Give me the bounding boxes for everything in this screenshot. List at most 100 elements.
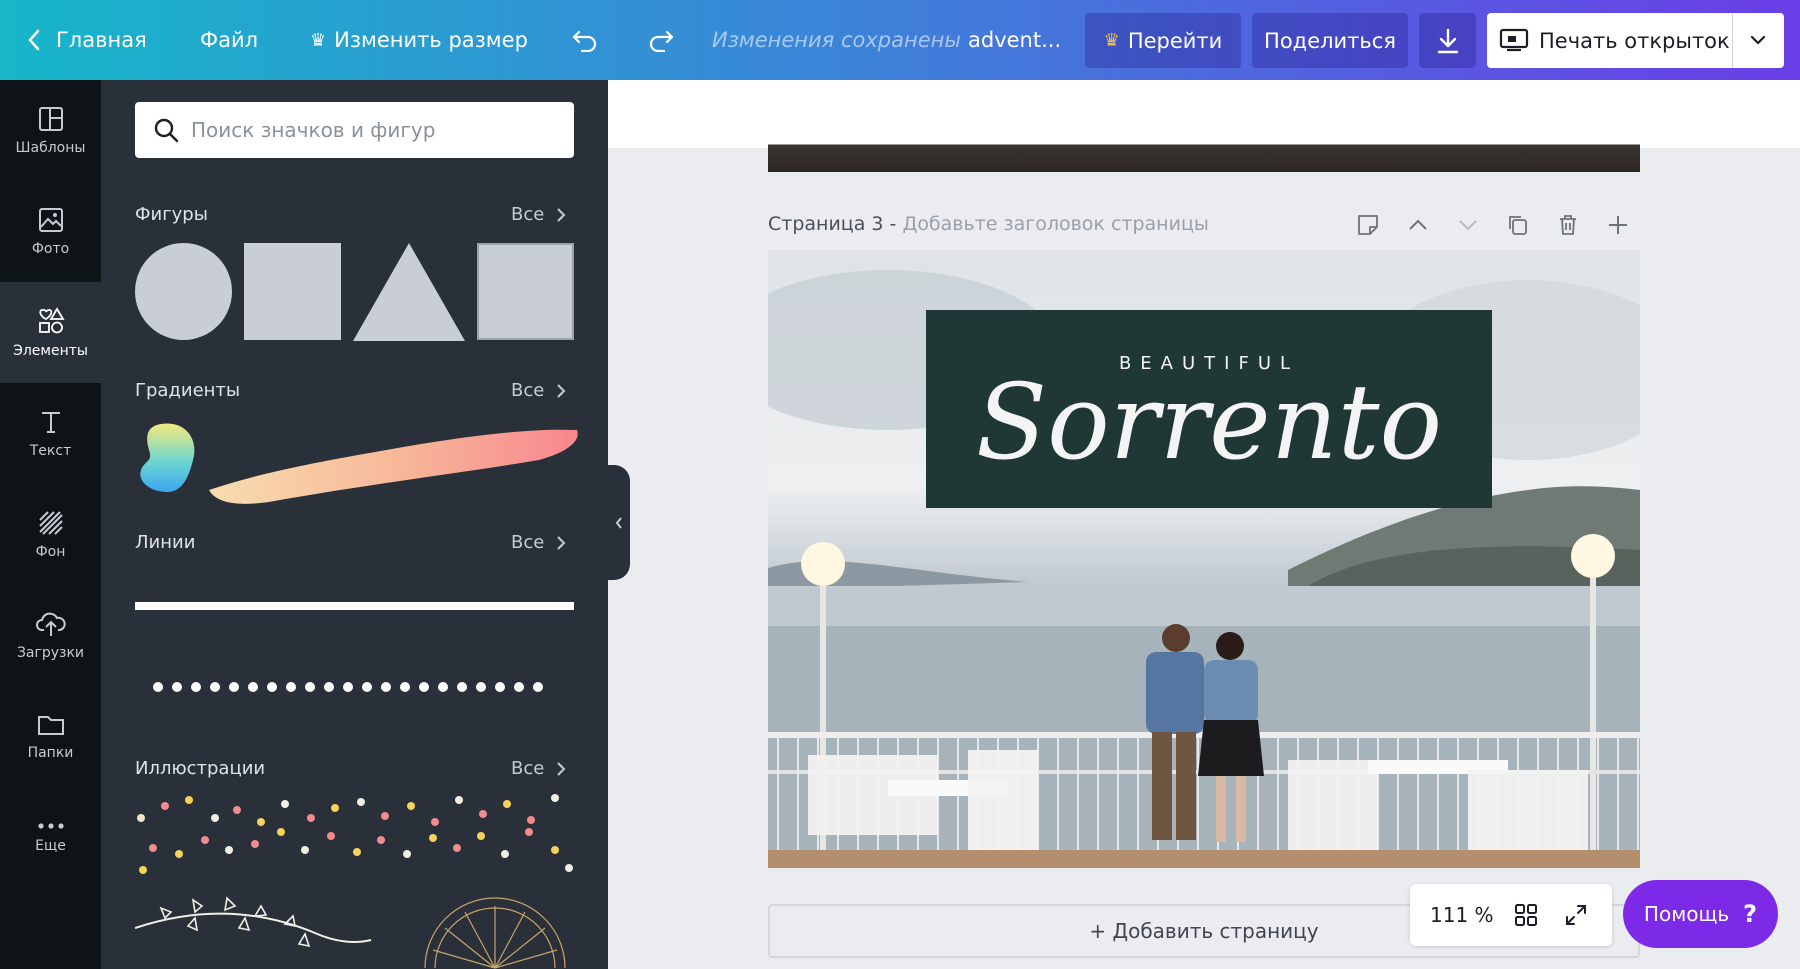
chevron-down-icon — [1459, 220, 1477, 231]
section-title-lines: Линии — [135, 532, 196, 553]
document-title[interactable]: advent... — [968, 0, 1061, 80]
square-shape[interactable] — [244, 243, 341, 340]
notes-button[interactable] — [1353, 210, 1383, 240]
chevron-left-icon — [28, 29, 40, 51]
rail-label: Фото — [31, 241, 70, 257]
circle-shape[interactable] — [135, 243, 232, 340]
outlined-square-shape[interactable] — [477, 243, 574, 340]
rail-label: Текст — [29, 443, 72, 459]
see-all-illustrations[interactable]: Все — [511, 758, 566, 779]
rail-label: Папки — [27, 745, 74, 761]
page-title-hint: Добавьте заголовок страницы — [902, 213, 1209, 235]
section-title-illustrations: Иллюстрации — [135, 758, 266, 779]
chevron-right-icon — [557, 761, 566, 776]
rail-label: Еще — [35, 838, 66, 854]
see-all-lines[interactable]: Все — [511, 532, 566, 553]
chevron-right-icon — [557, 383, 566, 398]
page-label: Страница 3 - — [768, 213, 897, 235]
dotted-line[interactable] — [151, 680, 561, 694]
rail-label: Фон — [35, 544, 66, 560]
gradient-brush-stroke[interactable] — [209, 420, 579, 510]
redo-button[interactable] — [646, 0, 676, 80]
more-dots-icon — [37, 823, 64, 829]
page-title[interactable]: Страница 3 - Добавьте заголовок страницы — [768, 213, 1209, 235]
file-menu[interactable]: Файл — [200, 0, 258, 80]
chevron-right-icon — [557, 535, 566, 550]
title-banner[interactable]: BEAUTIFUL Sorrento — [926, 310, 1492, 508]
help-button[interactable]: Помощь ? — [1623, 880, 1778, 948]
move-page-up-button[interactable] — [1403, 210, 1433, 240]
delete-page-button[interactable] — [1553, 210, 1583, 240]
undo-button[interactable] — [570, 0, 600, 80]
zoom-level[interactable]: 111 % — [1430, 903, 1494, 927]
chevron-left-icon — [615, 516, 622, 529]
pattern-icon — [38, 511, 63, 535]
floral-branch-illustration[interactable] — [135, 888, 575, 969]
upgrade-label: Перейти — [1127, 28, 1223, 53]
layout-icon — [38, 107, 63, 131]
divider — [1732, 13, 1733, 68]
collapse-panel-handle[interactable] — [608, 465, 630, 580]
download-button[interactable] — [1419, 13, 1476, 68]
download-icon — [1437, 28, 1458, 53]
question-mark-icon: ? — [1743, 900, 1758, 928]
see-all-label: Все — [511, 532, 545, 553]
gradient-blob[interactable] — [131, 420, 201, 496]
save-status: Изменения сохранены — [712, 28, 961, 52]
share-button[interactable]: Поделиться — [1252, 13, 1408, 68]
previous-page-preview[interactable] — [768, 80, 1640, 172]
rail-label: Элементы — [13, 343, 88, 359]
rail-item-folders[interactable]: Папки — [0, 686, 101, 787]
note-icon — [1358, 215, 1378, 235]
see-all-label: Все — [511, 380, 545, 401]
copy-icon — [1509, 216, 1527, 235]
chevron-down-icon[interactable] — [1749, 33, 1767, 47]
rail-label: Шаблоны — [15, 140, 86, 156]
crown-icon: ♛ — [1103, 30, 1120, 51]
search-input[interactable]: Поиск значков и фигур — [135, 102, 574, 158]
elements-panel: Поиск значков и фигур Фигуры Все Градиен… — [101, 80, 608, 969]
resize-button[interactable]: ♛ Изменить размер — [310, 0, 528, 80]
solid-line[interactable] — [135, 602, 574, 610]
redo-icon — [649, 30, 674, 52]
print-postcards-button[interactable]: Печать открыток — [1487, 13, 1784, 68]
plus-icon — [1609, 216, 1627, 234]
banner-title: Sorrento — [975, 360, 1443, 483]
rail-item-templates[interactable]: Шаблоны — [0, 80, 101, 181]
section-title-gradients: Градиенты — [135, 380, 241, 401]
home-label: Главная — [56, 28, 147, 52]
grid-view-icon[interactable] — [1514, 903, 1538, 927]
rail-item-background[interactable]: Фон — [0, 484, 101, 585]
share-label: Поделиться — [1264, 28, 1396, 53]
see-all-shapes[interactable]: Все — [511, 204, 566, 225]
rail-item-more[interactable]: Еще — [0, 787, 101, 888]
home-link[interactable]: Главная — [26, 0, 147, 80]
cloud-upload-icon — [35, 612, 66, 636]
chevron-up-icon — [1409, 219, 1427, 230]
top-bar: Главная Файл ♛ Изменить размер Изменения… — [0, 0, 1800, 80]
section-title-shapes: Фигуры — [135, 204, 208, 225]
rail-item-text[interactable]: Текст — [0, 383, 101, 484]
upgrade-button[interactable]: ♛ Перейти — [1085, 13, 1241, 68]
search-icon — [154, 118, 179, 143]
see-all-gradients[interactable]: Все — [511, 380, 566, 401]
rail-item-uploads[interactable]: Загрузки — [0, 585, 101, 686]
add-page-icon-button[interactable] — [1603, 210, 1633, 240]
duplicate-page-button[interactable] — [1503, 210, 1533, 240]
rail-item-photos[interactable]: Фото — [0, 181, 101, 282]
rail-label: Загрузки — [16, 645, 85, 661]
triangle-shape[interactable] — [353, 243, 465, 341]
search-placeholder: Поиск значков и фигур — [191, 118, 436, 142]
left-rail: Шаблоны Фото Элементы Текст Фон Загрузки… — [0, 80, 101, 969]
fullscreen-icon[interactable] — [1564, 903, 1588, 927]
rail-item-elements[interactable]: Элементы — [0, 282, 101, 383]
design-page[interactable]: BEAUTIFUL Sorrento — [768, 250, 1640, 868]
move-page-down-button[interactable] — [1453, 210, 1483, 240]
confetti-illustration[interactable] — [135, 792, 575, 882]
trash-icon — [1560, 215, 1576, 235]
image-icon — [38, 208, 63, 232]
text-icon — [41, 412, 60, 433]
print-label: Печать открыток — [1539, 28, 1730, 53]
resize-label: Изменить размер — [334, 28, 528, 52]
chevron-right-icon — [557, 207, 566, 222]
